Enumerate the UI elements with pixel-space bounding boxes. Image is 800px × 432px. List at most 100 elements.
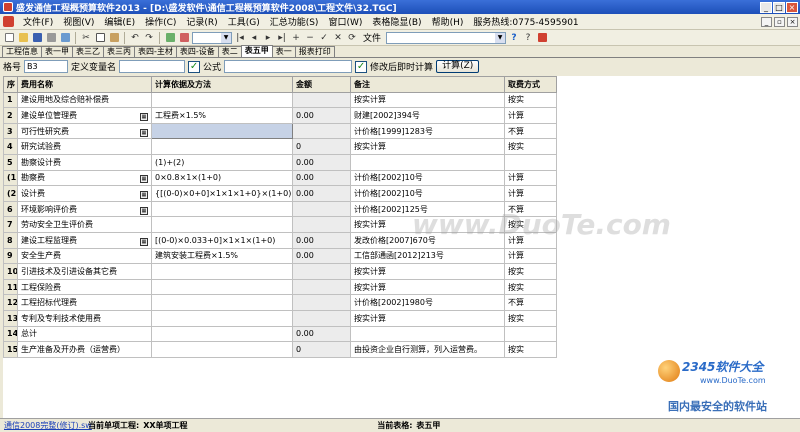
cut-icon[interactable]: ✂: [80, 32, 92, 44]
row-basis[interactable]: [(0-0)×0.033+0]×1×1×(1+0): [151, 231, 293, 249]
tab-table3-a[interactable]: 表一甲: [41, 46, 73, 57]
table-row[interactable]: (2) 设计费 ▦ {[(0-0)×0+0]×1×1×1+0}×(1+0) 0.00 计价…: [3, 185, 557, 202]
row-note[interactable]: 计价格[2002]1980号: [350, 294, 505, 311]
table-row[interactable]: (1) 勘察费 ▦ 0×0.8×1×(1+0) 0.00 计价格[2002]10号 计算: [3, 169, 557, 187]
table-row[interactable]: 12 工程招标代理费 计价格[2002]1980号 不算: [3, 294, 557, 311]
menu-edit[interactable]: 编辑(E): [99, 15, 140, 28]
table-row[interactable]: 9 安全生产费 建筑安装工程费×1.5% 0.00 工信部通函[2012]213号 计算: [3, 247, 557, 265]
row-method[interactable]: 计算: [504, 185, 557, 202]
open-folder-icon[interactable]: [17, 32, 29, 44]
calculate-button[interactable]: 计算(Z): [436, 60, 480, 73]
row-name[interactable]: 设计费 ▦: [17, 185, 152, 202]
row-note[interactable]: 按实计算: [350, 263, 505, 280]
row-name[interactable]: 引进技术及引进设备其它费: [17, 263, 152, 280]
row-name[interactable]: 劳动安全卫生评价费: [17, 216, 152, 233]
table-row[interactable]: 5 勘察设计费 (1)+(2) 0.00: [3, 153, 557, 171]
menu-tools[interactable]: 工具(G): [223, 15, 265, 28]
delete-row-icon[interactable]: [178, 32, 190, 44]
row-basis[interactable]: [151, 216, 293, 233]
row-basis[interactable]: [151, 200, 293, 218]
table-row[interactable]: 10 引进技术及引进设备其它费 按实计算 按实: [3, 263, 557, 280]
row-method[interactable]: 按实: [504, 278, 557, 296]
cancel-icon[interactable]: ✕: [332, 32, 344, 44]
menu-file[interactable]: 文件(F): [18, 15, 58, 28]
row-basis[interactable]: [151, 309, 293, 327]
minimize-icon[interactable]: _: [760, 1, 772, 13]
row-note[interactable]: 按实计算: [350, 91, 505, 109]
row-name[interactable]: 生产准备及开办费（运营费）: [17, 341, 152, 358]
preview-icon[interactable]: [59, 32, 71, 44]
formula-check-icon[interactable]: ✓: [188, 60, 201, 73]
maximize-icon[interactable]: □: [773, 1, 785, 13]
row-name[interactable]: 专利及专利技术使用费: [17, 309, 152, 327]
row-basis[interactable]: [151, 278, 293, 296]
tab-table5-a[interactable]: 表五甲: [240, 45, 273, 57]
row-method[interactable]: 按实: [504, 309, 557, 327]
row-note[interactable]: 按实计算: [350, 309, 505, 327]
menu-record[interactable]: 记录(R): [181, 15, 222, 28]
table-row[interactable]: 1 建设用地及综合赔补偿费 按实计算 按实: [3, 91, 557, 109]
confirm-icon[interactable]: ✓: [318, 32, 330, 44]
row-method[interactable]: 计算: [504, 169, 557, 187]
row-method[interactable]: [504, 325, 557, 343]
tab-report-print[interactable]: 报表打印: [294, 46, 335, 57]
table-row[interactable]: 3 可行性研究费 ▦ 计价格[1999]1283号 不算: [3, 122, 557, 140]
row-amount[interactable]: 0.00: [292, 231, 351, 249]
new-file-icon[interactable]: [3, 32, 15, 44]
row-amount[interactable]: [292, 278, 351, 296]
copy-icon[interactable]: [94, 32, 106, 44]
tab-table4-materials[interactable]: 表四-主材: [134, 46, 177, 57]
row-name[interactable]: 建设用地及综合赔补偿费: [17, 91, 152, 109]
row-method[interactable]: 不算: [504, 294, 557, 311]
mdi-minimize-icon[interactable]: _: [761, 16, 772, 27]
calculator-icon[interactable]: ▦: [140, 237, 148, 246]
row-basis[interactable]: [151, 341, 293, 358]
mdi-close-icon[interactable]: ×: [787, 16, 798, 27]
help-icon[interactable]: ?: [508, 32, 520, 44]
table-row[interactable]: 15 生产准备及开办费（运营费） 0 由投资企业自行测算，列入运营费。 按实: [3, 341, 557, 358]
row-method[interactable]: 按实: [504, 138, 557, 155]
row-method[interactable]: 按实: [504, 263, 557, 280]
remove-record-icon[interactable]: −: [304, 32, 316, 44]
row-amount[interactable]: 0: [292, 341, 351, 358]
row-name[interactable]: 研究试验费: [17, 138, 152, 155]
row-basis[interactable]: [151, 138, 293, 155]
first-record-icon[interactable]: |◂: [234, 32, 246, 44]
row-method[interactable]: 按实: [504, 341, 557, 358]
tab-table2[interactable]: 表二: [217, 46, 242, 57]
menu-table-visibility[interactable]: 表格隐显(B): [367, 15, 426, 28]
row-name[interactable]: 安全生产费: [17, 247, 152, 265]
row-amount[interactable]: 0.00: [292, 153, 351, 171]
undo-icon[interactable]: ↶: [129, 32, 141, 44]
menu-view[interactable]: 视图(V): [58, 15, 99, 28]
row-name[interactable]: 勘察设计费: [17, 153, 152, 171]
row-note[interactable]: [350, 325, 505, 343]
row-method[interactable]: 计算: [504, 107, 557, 124]
menu-help[interactable]: 帮助(H): [427, 15, 469, 28]
prev-record-icon[interactable]: ◂: [248, 32, 260, 44]
row-basis[interactable]: [151, 294, 293, 311]
row-amount[interactable]: [292, 294, 351, 311]
row-note[interactable]: 工信部通函[2012]213号: [350, 247, 505, 265]
calculator-icon[interactable]: ▦: [140, 112, 148, 121]
row-name[interactable]: 工程招标代理费: [17, 294, 152, 311]
tab-project-info[interactable]: 工程信息: [2, 46, 42, 57]
row-amount[interactable]: 0.00: [292, 185, 351, 202]
row-amount[interactable]: [292, 122, 351, 140]
insert-row-icon[interactable]: [164, 32, 176, 44]
row-basis[interactable]: 工程费×1.5%: [151, 107, 293, 124]
table-row[interactable]: 2 建设单位管理费 ▦ 工程费×1.5% 0.00 财建[2002]394号 计算: [3, 107, 557, 124]
row-note[interactable]: 计价格[1999]1283号: [350, 122, 505, 140]
paste-icon[interactable]: [108, 32, 120, 44]
row-amount[interactable]: 0.00: [292, 107, 351, 124]
row-amount[interactable]: 0.00: [292, 247, 351, 265]
row-method[interactable]: 按实: [504, 91, 557, 109]
row-note[interactable]: 计价格[2002]10号: [350, 169, 505, 187]
row-name[interactable]: 建设工程监理费 ▦: [17, 231, 152, 249]
table-row[interactable]: 14 总计 0.00: [3, 325, 557, 343]
row-basis[interactable]: [151, 325, 293, 343]
row-basis[interactable]: [151, 91, 293, 109]
zoom-combo[interactable]: ▼: [192, 31, 232, 44]
menu-window[interactable]: 窗口(W): [323, 15, 367, 28]
row-amount[interactable]: [292, 309, 351, 327]
